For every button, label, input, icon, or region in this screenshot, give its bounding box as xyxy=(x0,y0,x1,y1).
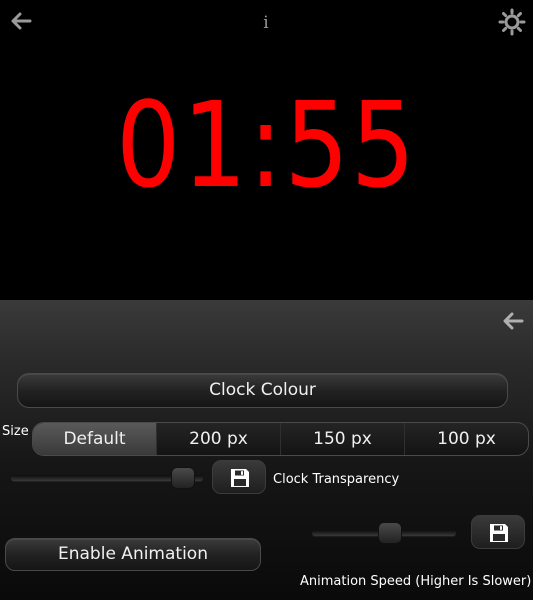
size-option-150px[interactable]: 150 px xyxy=(280,423,404,455)
clock-time: 01:55 xyxy=(115,76,418,214)
slider-handle[interactable] xyxy=(378,522,402,544)
settings-panel: Clock Colour Size Default 200 px 150 px … xyxy=(0,300,533,600)
slider-handle[interactable] xyxy=(171,467,195,489)
save-transparency-button[interactable] xyxy=(212,460,266,494)
gear-icon[interactable] xyxy=(498,8,526,36)
size-option-default[interactable]: Default xyxy=(33,423,156,455)
clock-transparency-label: Clock Transparency xyxy=(273,472,400,487)
size-option-100px[interactable]: 100 px xyxy=(404,423,528,455)
clock-colour-button[interactable]: Clock Colour xyxy=(17,373,508,408)
floppy-disk-icon xyxy=(231,469,249,487)
size-label: Size xyxy=(2,424,29,439)
animation-speed-slider[interactable] xyxy=(312,522,456,544)
save-animation-speed-button[interactable] xyxy=(471,515,525,549)
clock-transparency-slider[interactable] xyxy=(11,467,203,489)
clock-display-area[interactable]: i 01:55 xyxy=(0,0,533,300)
enable-animation-button[interactable]: Enable Animation xyxy=(5,538,261,571)
floppy-disk-icon xyxy=(490,524,508,542)
back-arrow-icon[interactable] xyxy=(500,310,526,332)
clock-screen: i 01:55 Clock Colour Size Default 200 px… xyxy=(0,0,533,600)
size-option-200px[interactable]: 200 px xyxy=(156,423,280,455)
info-icon[interactable]: i xyxy=(259,12,273,34)
size-selector: Default 200 px 150 px 100 px xyxy=(32,422,529,456)
animation-speed-label: Animation Speed (Higher Is Slower) xyxy=(300,574,532,589)
back-arrow-icon[interactable] xyxy=(8,8,34,34)
